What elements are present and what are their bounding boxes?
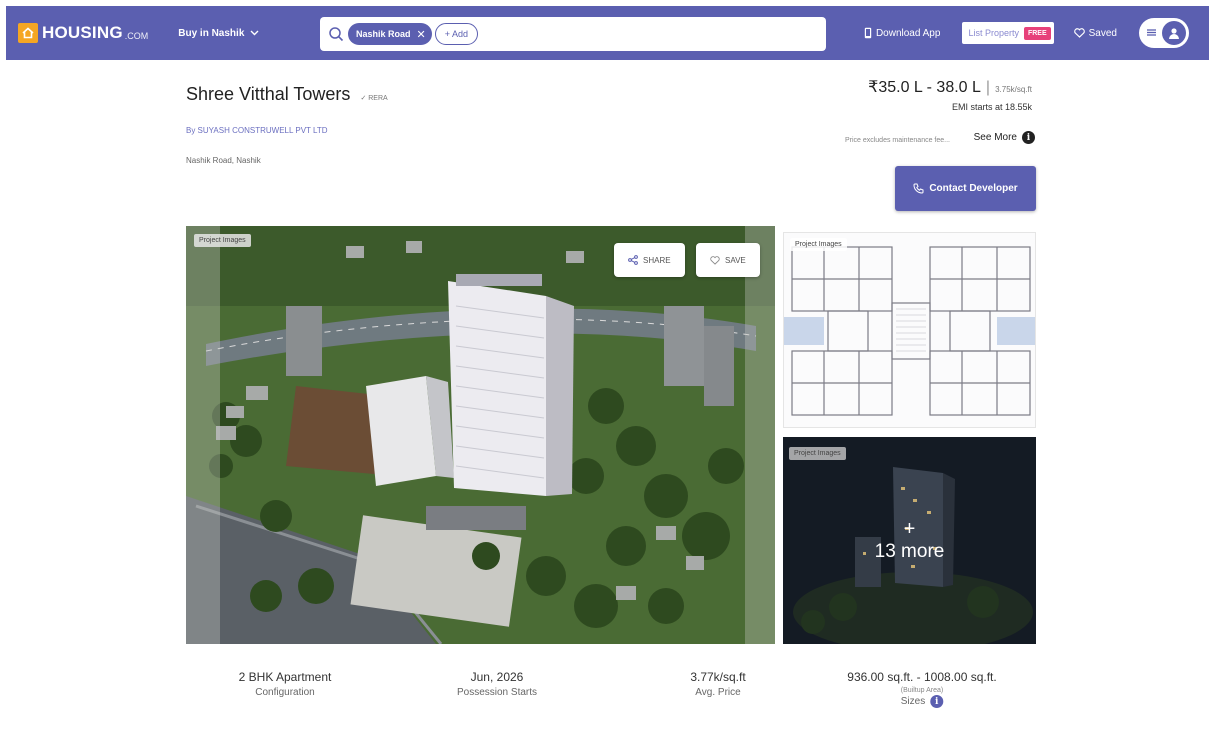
price-divider: |: [985, 79, 991, 96]
more-images-overlay: + 13 more: [783, 437, 1036, 644]
fact-avg-price: 3.77k/sq.ft Avg. Price: [690, 670, 745, 698]
download-app-label: Download App: [875, 27, 941, 39]
share-button[interactable]: SHARE: [614, 243, 685, 277]
fact-configuration-value: 2 BHK Apartment: [238, 670, 332, 684]
floorplan-label: Project Images: [790, 238, 847, 251]
avatar: [1162, 21, 1186, 45]
heart-icon: [1073, 28, 1085, 38]
saved-link[interactable]: Saved: [1073, 27, 1117, 39]
fact-possession: Jun, 2026 Possession Starts: [457, 670, 537, 698]
price-range: ₹35.0 L - 38.0 L | 3.75k/sq.ft: [868, 77, 1032, 97]
rera-badge: ✓ RERA: [360, 95, 388, 102]
main-project-image[interactable]: Project Images SHARE SAVE: [186, 226, 775, 644]
list-property-button[interactable]: List Property FREE: [962, 22, 1054, 44]
see-more-link[interactable]: See More i: [974, 131, 1035, 144]
more-images-tile[interactable]: Project Images + 13 more: [783, 437, 1036, 644]
menu-icon: [1147, 28, 1156, 39]
main-image-label: Project Images: [194, 234, 251, 247]
saved-label: Saved: [1088, 27, 1117, 39]
house-logo-icon: [18, 23, 38, 43]
list-property-label: List Property: [968, 28, 1019, 38]
floorplan-illustration: [784, 233, 1035, 427]
info-icon: i: [1022, 131, 1035, 144]
fact-sizes-label: Sizes: [900, 696, 926, 707]
user-icon: [1169, 28, 1179, 39]
fact-sizes-value: 936.00 sq.ft. - 1008.00 sq.ft.: [847, 670, 997, 684]
see-more-label: See More: [973, 132, 1017, 143]
fact-configuration: 2 BHK Apartment Configuration: [239, 670, 332, 698]
contact-developer-label: Contact Developer: [929, 183, 1018, 194]
download-app-link[interactable]: Download App: [864, 27, 941, 39]
search-bar[interactable]: Nashik Road ✕ + Add: [320, 17, 826, 51]
fact-configuration-label: Configuration: [255, 687, 315, 698]
city-selector-label: Buy in Nashik: [178, 27, 245, 39]
fact-possession-label: Possession Starts: [456, 687, 538, 698]
close-icon[interactable]: ✕: [417, 28, 426, 41]
floorplan-image[interactable]: Project Images: [783, 232, 1036, 428]
plus-icon: +: [903, 517, 916, 540]
developer-link[interactable]: By SUYASH CONSTRUWELL PVT LTD: [186, 126, 328, 135]
fact-sizes-label-row[interactable]: Sizes i: [847, 695, 996, 708]
contact-developer-button[interactable]: Contact Developer: [895, 166, 1036, 211]
price-per-sqft: 3.75k/sq.ft: [995, 85, 1032, 94]
profile-menu[interactable]: [1139, 18, 1189, 48]
save-label: SAVE: [725, 255, 746, 265]
rera-label: RERA: [368, 95, 388, 102]
share-icon: [628, 255, 638, 265]
logo-suffix: .COM: [124, 30, 149, 41]
fact-avg-price-label: Avg. Price: [695, 687, 741, 698]
locality-chip-label: Nashik Road: [356, 29, 411, 39]
emi-link[interactable]: EMI starts at 18.55k: [952, 102, 1032, 112]
navbar-actions: Download App List Property FREE Saved: [864, 6, 1197, 60]
add-locality-button[interactable]: + Add: [434, 23, 479, 45]
project-locality: Nashik Road, Nashik: [186, 156, 261, 165]
more-images-count: 13 more: [874, 540, 945, 562]
share-label: SHARE: [643, 255, 671, 265]
fact-possession-value: Jun, 2026: [470, 670, 524, 684]
aerial-render-illustration: [186, 226, 775, 644]
top-navbar: HOUSING .COM Buy in Nashik Nashik Road ✕…: [6, 6, 1209, 60]
locality-chip[interactable]: Nashik Road ✕: [348, 23, 432, 45]
price-note: Price excludes maintenance fee...: [844, 137, 950, 144]
free-badge: FREE: [1023, 26, 1051, 40]
city-selector[interactable]: Buy in Nashik: [178, 28, 259, 39]
search-icon: [328, 26, 344, 42]
info-icon: i: [930, 695, 944, 708]
fact-sizes: 936.00 sq.ft. - 1008.00 sq.ft. (Builtup …: [847, 670, 997, 708]
housing-logo[interactable]: HOUSING .COM: [18, 23, 148, 43]
title-row: Shree Vitthal Towers ✓ RERA: [186, 84, 388, 105]
fact-sizes-sub: (Builtup Area): [900, 687, 944, 694]
logo-text: HOUSING: [42, 23, 123, 42]
project-title: Shree Vitthal Towers: [186, 84, 351, 104]
price-range-value: ₹35.0 L - 38.0 L: [868, 79, 981, 96]
save-button[interactable]: SAVE: [696, 243, 760, 277]
heart-icon: [710, 255, 720, 265]
chevron-down-icon: [250, 28, 259, 39]
fact-avg-price-value: 3.77k/sq.ft: [690, 670, 746, 684]
phone-icon: [864, 27, 872, 39]
phone-call-icon: [913, 183, 924, 194]
